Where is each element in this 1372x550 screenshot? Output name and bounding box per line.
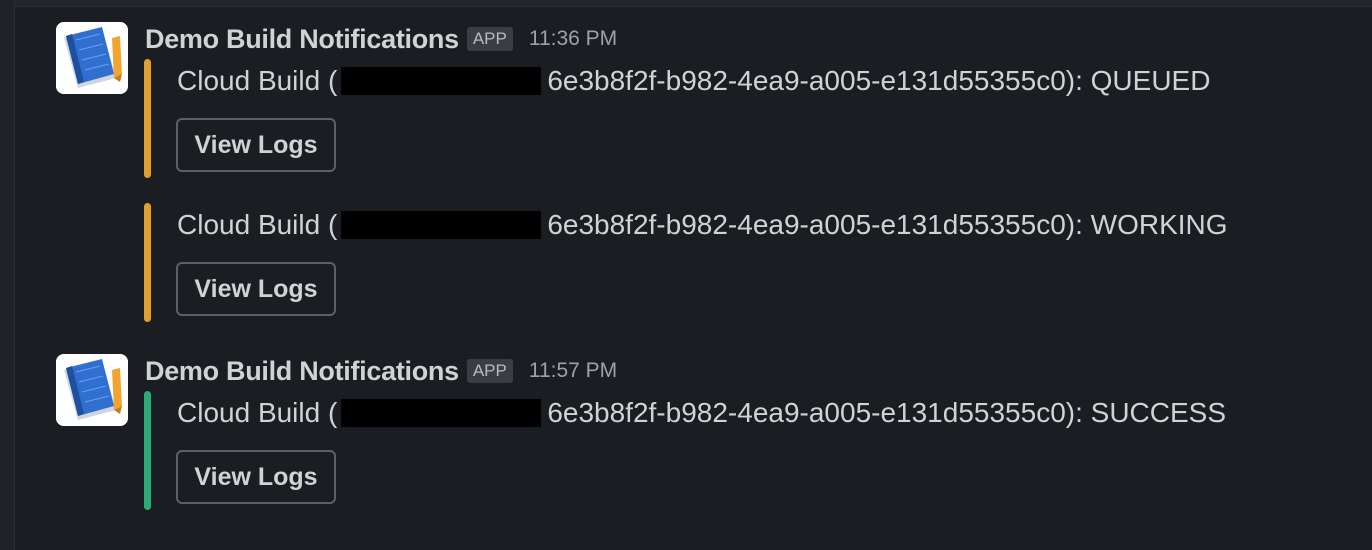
sender-name[interactable]: Demo Build Notifications bbox=[145, 356, 459, 387]
top-divider bbox=[0, 0, 1372, 7]
view-logs-button[interactable]: View Logs bbox=[176, 450, 336, 504]
blueprint-notebook-icon bbox=[56, 22, 128, 94]
bot-avatar[interactable] bbox=[56, 354, 128, 426]
attachment-queued: Cloud Build ( 6e3b8f2f-b982-4ea9-a005-e13… bbox=[144, 59, 1344, 179]
attachment-working: Cloud Build ( 6e3b8f2f-b982-4ea9-a005-e13… bbox=[144, 203, 1344, 323]
message-group-2: Demo Build Notifications APP 11:57 PM Cl… bbox=[56, 354, 1356, 514]
timestamp[interactable]: 11:36 PM bbox=[529, 27, 617, 51]
redacted-block bbox=[341, 211, 542, 239]
redacted-block bbox=[341, 399, 542, 427]
build-text-suffix: 6e3b8f2f-b982-4ea9-a005-e131d55355c0): W… bbox=[547, 209, 1228, 240]
build-text-prefix: Cloud Build ( bbox=[177, 65, 338, 96]
message-header: Demo Build Notifications APP 11:57 PM bbox=[145, 354, 617, 388]
build-text-prefix: Cloud Build ( bbox=[177, 397, 338, 428]
attachment-color-bar bbox=[144, 203, 151, 322]
message-group-1: Demo Build Notifications APP 11:36 PM Cl… bbox=[56, 22, 1356, 322]
attachment-text: Cloud Build ( 6e3b8f2f-b982-4ea9-a005-e13… bbox=[177, 207, 1228, 243]
attachment-color-bar bbox=[144, 59, 151, 178]
message-header: Demo Build Notifications APP 11:36 PM bbox=[145, 22, 617, 56]
app-badge: APP bbox=[466, 27, 513, 51]
sender-name[interactable]: Demo Build Notifications bbox=[145, 24, 459, 55]
attachment-color-bar bbox=[144, 391, 151, 510]
bot-avatar[interactable] bbox=[56, 22, 128, 94]
view-logs-button[interactable]: View Logs bbox=[176, 262, 336, 316]
timestamp[interactable]: 11:57 PM bbox=[529, 359, 617, 383]
left-gutter bbox=[0, 0, 15, 550]
app-badge: APP bbox=[466, 359, 513, 383]
attachment-text: Cloud Build ( 6e3b8f2f-b982-4ea9-a005-e13… bbox=[177, 395, 1226, 431]
build-text-prefix: Cloud Build ( bbox=[177, 209, 338, 240]
attachment-success: Cloud Build ( 6e3b8f2f-b982-4ea9-a005-e13… bbox=[144, 391, 1344, 511]
build-text-suffix: 6e3b8f2f-b982-4ea9-a005-e131d55355c0): Q… bbox=[547, 65, 1211, 96]
view-logs-button[interactable]: View Logs bbox=[176, 118, 336, 172]
blueprint-notebook-icon bbox=[56, 354, 128, 426]
attachment-text: Cloud Build ( 6e3b8f2f-b982-4ea9-a005-e13… bbox=[177, 63, 1210, 99]
redacted-block bbox=[341, 67, 542, 95]
build-text-suffix: 6e3b8f2f-b982-4ea9-a005-e131d55355c0): S… bbox=[547, 397, 1227, 428]
